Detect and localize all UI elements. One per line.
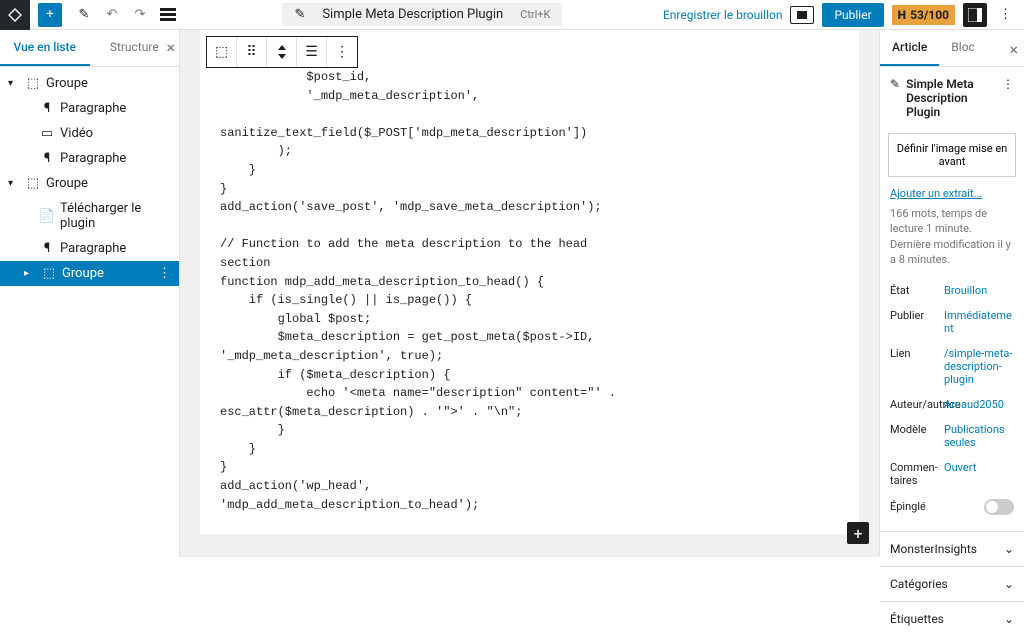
accordion-monsterinsights[interactable]: MonsterInsights⌄	[880, 531, 1024, 566]
chevron-down-icon[interactable]: ▾	[8, 78, 20, 89]
block-toolbar: ⬚ ⠿ ☰ ⋮	[206, 36, 358, 68]
status-row[interactable]: ÉtatBrouillon	[890, 278, 1014, 303]
pencil-icon: ✎	[890, 77, 900, 91]
video-icon: ▭	[40, 127, 54, 141]
group-icon: ⬚	[42, 267, 56, 281]
tree-item-download[interactable]: 📄Télécharger le plugin	[0, 196, 179, 236]
publish-button[interactable]: Publier	[822, 3, 883, 27]
wp-logo-button[interactable]	[0, 0, 30, 30]
redo-icon[interactable]: ↷	[126, 0, 154, 30]
list-view-icon[interactable]	[154, 0, 182, 30]
preview-button[interactable]	[790, 6, 814, 24]
tree-item-group-selected[interactable]: ▸⬚Groupe⋮	[0, 261, 179, 286]
block-type-icon[interactable]: ⬚	[207, 37, 237, 67]
doc-title: Simple Meta Description Plugin	[313, 7, 512, 22]
publish-row[interactable]: PublierImmédiatement	[890, 303, 1014, 341]
chevron-down-icon[interactable]: ▾	[8, 178, 20, 189]
file-icon: 📄	[40, 209, 54, 223]
document-title-bar[interactable]: ✎ Simple Meta Description Plugin Ctrl+K	[282, 3, 562, 26]
paragraph-icon: ¶	[40, 152, 54, 166]
group-icon: ⬚	[26, 77, 40, 91]
tab-block[interactable]: Bloc	[939, 30, 987, 66]
close-left-panel-icon[interactable]: ×	[166, 38, 175, 57]
tree-item-paragraph[interactable]: ¶Paragraphe	[0, 146, 179, 171]
word-count-stat: 166 mots, temps de lecture 1 minute.	[890, 206, 1014, 237]
sidebar-toggle-button[interactable]	[963, 3, 987, 27]
shortcut-hint: Ctrl+K	[520, 8, 550, 21]
chevron-right-icon[interactable]: ▸	[24, 268, 36, 279]
article-title: Simple Meta Description Plugin	[906, 77, 996, 119]
align-icon[interactable]: ☰	[297, 37, 327, 67]
group-icon: ⬚	[26, 177, 40, 191]
pinned-toggle[interactable]	[984, 499, 1014, 515]
code-block-card[interactable]: ⬚ ⠿ ☰ ⋮ $post_id, '_mdp_meta_description…	[200, 30, 859, 534]
tree-item-paragraph[interactable]: ¶Paragraphe	[0, 236, 179, 261]
comments-row[interactable]: Commen-tairesOuvert	[890, 455, 1014, 493]
append-block-button[interactable]: +	[847, 522, 869, 544]
more-options-icon[interactable]: ⋮	[995, 3, 1016, 26]
paragraph-icon: ¶	[40, 242, 54, 256]
chevron-down-icon: ⌄	[1004, 577, 1014, 591]
accordion-categories[interactable]: Catégories⌄	[880, 566, 1024, 601]
tree-item-paragraph[interactable]: ¶Paragraphe	[0, 96, 179, 121]
more-icon[interactable]: ⋮	[158, 266, 171, 281]
block-more-icon[interactable]: ⋮	[327, 37, 357, 67]
chevron-down-icon: ⌄	[1004, 542, 1014, 556]
save-draft-link[interactable]: Enregistrer le brouillon	[663, 8, 783, 22]
link-row[interactable]: Lien/simple-meta-description-plugin	[890, 341, 1014, 392]
tree-item-group[interactable]: ▾⬚Groupe	[0, 171, 179, 196]
add-block-button[interactable]: +	[38, 3, 62, 27]
last-modified-stat: Dernière modification il y a 8 minutes.	[890, 237, 1014, 268]
author-row[interactable]: Auteur/autriceArnaud2050	[890, 392, 1014, 417]
drag-handle-icon[interactable]: ⠿	[237, 37, 267, 67]
health-score-badge[interactable]: H53/100	[892, 5, 955, 25]
tab-list-view[interactable]: Vue en liste	[0, 30, 90, 66]
add-excerpt-link[interactable]: Ajouter un extrait...	[880, 187, 1024, 206]
move-up-down-icon[interactable]	[267, 37, 297, 67]
tab-article[interactable]: Article	[880, 30, 939, 66]
edit-icon[interactable]: ✎	[70, 0, 98, 30]
pinned-row: Épinglé	[890, 493, 1014, 521]
tree-item-video[interactable]: ▭Vidéo	[0, 121, 179, 146]
undo-icon[interactable]: ↶	[98, 0, 126, 30]
code-content[interactable]: $post_id, '_mdp_meta_description', sanit…	[220, 68, 839, 514]
accordion-tags[interactable]: Étiquettes⌄	[880, 601, 1024, 636]
chevron-down-icon: ⌄	[1004, 612, 1014, 626]
paragraph-icon: ¶	[40, 102, 54, 116]
doc-icon: ✎	[294, 7, 305, 22]
set-featured-image-button[interactable]: Définir l'image mise en avant	[888, 133, 1016, 177]
close-right-panel-icon[interactable]: ×	[1009, 40, 1018, 59]
more-icon[interactable]: ⋮	[1002, 77, 1014, 91]
template-row[interactable]: ModèlePublications seules	[890, 417, 1014, 455]
tree-item-group[interactable]: ▾⬚Groupe	[0, 71, 179, 96]
